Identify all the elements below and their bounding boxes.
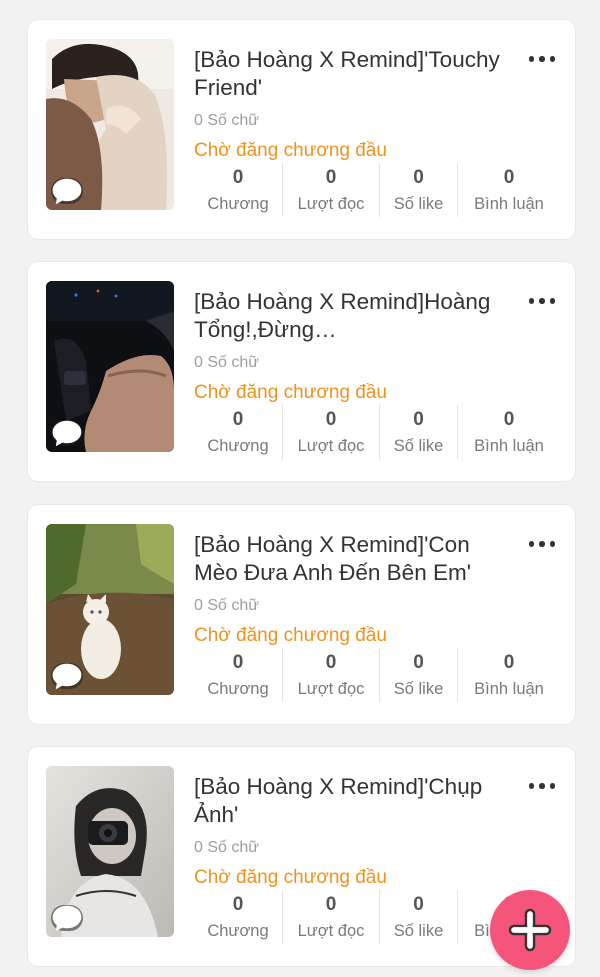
word-count: 0 Số chữ bbox=[194, 112, 259, 129]
stat-value: 0 bbox=[413, 167, 424, 188]
story-stats: 0 Chương 0 Lượt đọc 0 Số like 0 Bình luận bbox=[194, 405, 560, 459]
stat-likes: 0 Số like bbox=[379, 648, 457, 702]
word-count: 0 Số chữ bbox=[194, 839, 259, 856]
stat-chapters: 0 Chương bbox=[194, 163, 282, 217]
story-cover-image[interactable] bbox=[46, 524, 174, 695]
stat-value: 0 bbox=[413, 894, 424, 915]
story-cover-image[interactable] bbox=[46, 281, 174, 452]
word-count: 0 Số chữ bbox=[194, 597, 259, 614]
more-options-icon[interactable] bbox=[527, 52, 557, 66]
story-card[interactable]: [Bảo Hoàng X Remind]'Con Mèo Đưa Anh Đến… bbox=[28, 505, 575, 724]
stat-chapters: 0 Chương bbox=[194, 648, 282, 702]
status-label: Chờ đăng chương đầu bbox=[194, 625, 387, 646]
more-options-icon[interactable] bbox=[527, 779, 557, 793]
stat-label: Chương bbox=[207, 195, 269, 213]
status-label: Chờ đăng chương đầu bbox=[194, 382, 387, 403]
word-count: 0 Số chữ bbox=[194, 354, 259, 371]
story-title[interactable]: [Bảo Hoàng X Remind]'Touchy Friend' bbox=[194, 46, 514, 102]
stat-value: 0 bbox=[325, 167, 337, 188]
story-title[interactable]: [Bảo Hoàng X Remind]'Con Mèo Đưa Anh Đến… bbox=[194, 531, 514, 587]
stat-comments: 0 Bình luận bbox=[457, 163, 560, 217]
comment-bubble-icon bbox=[51, 420, 83, 446]
story-title[interactable]: [Bảo Hoàng X Remind]'Chụp Ảnh' bbox=[194, 773, 514, 829]
stat-value: 0 bbox=[503, 652, 515, 673]
stat-value: 0 bbox=[413, 409, 424, 430]
stat-label: Lượt đọc bbox=[297, 922, 365, 940]
add-story-button[interactable] bbox=[490, 890, 570, 970]
stat-value: 0 bbox=[503, 167, 515, 188]
story-cover-image[interactable] bbox=[46, 39, 174, 210]
stat-label: Lượt đọc bbox=[297, 437, 365, 455]
stat-label: Số like bbox=[393, 437, 444, 455]
stat-reads: 0 Lượt đọc bbox=[282, 405, 379, 459]
stat-label: Số like bbox=[393, 195, 444, 213]
stat-label: Số like bbox=[393, 680, 444, 698]
stat-chapters: 0 Chương bbox=[194, 890, 282, 944]
stat-label: Lượt đọc bbox=[297, 195, 365, 213]
stat-value: 0 bbox=[325, 894, 337, 915]
plus-icon bbox=[508, 908, 552, 952]
comment-bubble-icon bbox=[51, 905, 83, 931]
stat-label: Bình luận bbox=[474, 680, 544, 698]
story-stats: 0 Chương 0 Lượt đọc 0 Số like 0 Bình luận bbox=[194, 163, 560, 217]
more-options-icon[interactable] bbox=[527, 537, 557, 551]
stat-comments: 0 Bình luận bbox=[457, 405, 560, 459]
story-title[interactable]: [Bảo Hoàng X Remind]Hoàng Tổng!,Đừng… bbox=[194, 288, 514, 344]
stat-value: 0 bbox=[232, 409, 244, 430]
stat-value: 0 bbox=[232, 894, 244, 915]
stat-value: 0 bbox=[325, 409, 337, 430]
story-card[interactable]: [Bảo Hoàng X Remind]Hoàng Tổng!,Đừng… 0 … bbox=[28, 262, 575, 481]
story-stats: 0 Chương 0 Lượt đọc 0 Số like 0 Bình luận bbox=[194, 648, 560, 702]
comment-bubble-icon bbox=[51, 663, 83, 689]
stat-chapters: 0 Chương bbox=[194, 405, 282, 459]
comment-bubble-icon bbox=[51, 178, 83, 204]
status-label: Chờ đăng chương đầu bbox=[194, 867, 387, 888]
stat-value: 0 bbox=[413, 652, 424, 673]
stat-reads: 0 Lượt đọc bbox=[282, 163, 379, 217]
stat-reads: 0 Lượt đọc bbox=[282, 648, 379, 702]
stat-label: Bình luận bbox=[474, 437, 544, 455]
stat-likes: 0 Số like bbox=[379, 890, 457, 944]
more-options-icon[interactable] bbox=[527, 294, 557, 308]
stat-label: Số like bbox=[393, 922, 444, 940]
stat-label: Chương bbox=[207, 922, 269, 940]
stat-label: Lượt đọc bbox=[297, 680, 365, 698]
stat-likes: 0 Số like bbox=[379, 405, 457, 459]
story-cover-image[interactable] bbox=[46, 766, 174, 937]
stat-label: Chương bbox=[207, 680, 269, 698]
status-label: Chờ đăng chương đầu bbox=[194, 140, 387, 161]
stat-label: Chương bbox=[207, 437, 269, 455]
stat-value: 0 bbox=[325, 652, 337, 673]
story-card[interactable]: [Bảo Hoàng X Remind]'Touchy Friend' 0 Số… bbox=[28, 20, 575, 239]
stat-comments: 0 Bình luận bbox=[457, 648, 560, 702]
stat-value: 0 bbox=[232, 652, 244, 673]
stat-value: 0 bbox=[232, 167, 244, 188]
stat-reads: 0 Lượt đọc bbox=[282, 890, 379, 944]
stat-value: 0 bbox=[503, 409, 515, 430]
stat-likes: 0 Số like bbox=[379, 163, 457, 217]
stat-label: Bình luận bbox=[474, 195, 544, 213]
